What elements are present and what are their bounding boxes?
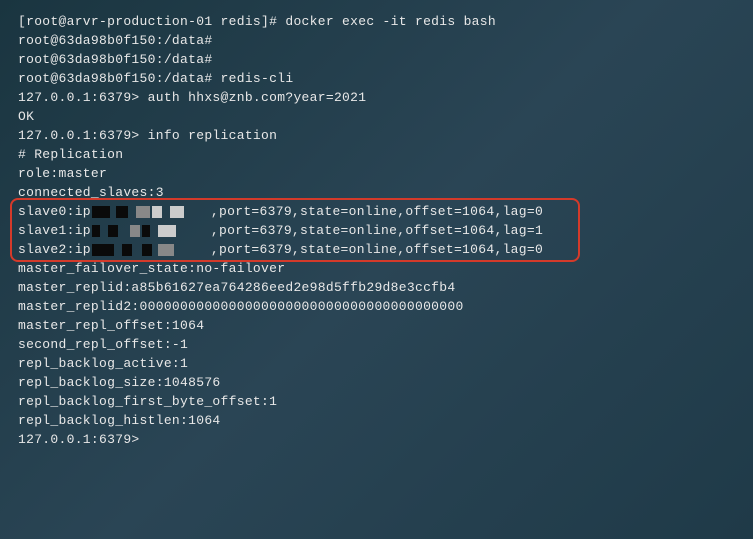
- censored-ip: [91, 225, 211, 237]
- terminal-line: 127.0.0.1:6379> auth hhxs@znb.com?year=2…: [18, 88, 735, 107]
- censored-ip: [91, 244, 211, 256]
- slave-suffix: ,port=6379,state=online,offset=1064,lag=…: [211, 202, 543, 221]
- terminal-line: second_repl_offset:-1: [18, 335, 735, 354]
- terminal-line: root@63da98b0f150:/data#: [18, 31, 735, 50]
- terminal-line: master_replid:a85b61627ea764286eed2e98d5…: [18, 278, 735, 297]
- slave-info-row: slave1:ip ,port=6379,state=online,offset…: [18, 221, 735, 240]
- slave-prefix: slave0:ip: [18, 202, 91, 221]
- slave-suffix: ,port=6379,state=online,offset=1064,lag=…: [211, 240, 543, 259]
- terminal-line: # Replication: [18, 145, 735, 164]
- terminal-line: repl_backlog_active:1: [18, 354, 735, 373]
- slave-prefix: slave2:ip: [18, 240, 91, 259]
- terminal-line: repl_backlog_histlen:1064: [18, 411, 735, 430]
- terminal-line: role:master: [18, 164, 735, 183]
- terminal-line: repl_backlog_first_byte_offset:1: [18, 392, 735, 411]
- terminal-line: 127.0.0.1:6379> info replication: [18, 126, 735, 145]
- slave-suffix: ,port=6379,state=online,offset=1064,lag=…: [211, 221, 543, 240]
- terminal-line: connected_slaves:3: [18, 183, 735, 202]
- terminal-line: root@63da98b0f150:/data#: [18, 50, 735, 69]
- terminal-line: master_failover_state:no-failover: [18, 259, 735, 278]
- terminal-line: [root@arvr-production-01 redis]# docker …: [18, 12, 735, 31]
- terminal-line: repl_backlog_size:1048576: [18, 373, 735, 392]
- censored-ip: [91, 206, 211, 218]
- terminal-line: OK: [18, 107, 735, 126]
- slave-prefix: slave1:ip: [18, 221, 91, 240]
- terminal-line: master_repl_offset:1064: [18, 316, 735, 335]
- terminal-line: 127.0.0.1:6379>: [18, 430, 735, 449]
- terminal-line: master_replid2:0000000000000000000000000…: [18, 297, 735, 316]
- terminal-line: root@63da98b0f150:/data# redis-cli: [18, 69, 735, 88]
- slave-info-row: slave0:ip ,port=6379,state=online,offset…: [18, 202, 735, 221]
- slave-info-row: slave2:ip ,port=6379,state=online,offset…: [18, 240, 735, 259]
